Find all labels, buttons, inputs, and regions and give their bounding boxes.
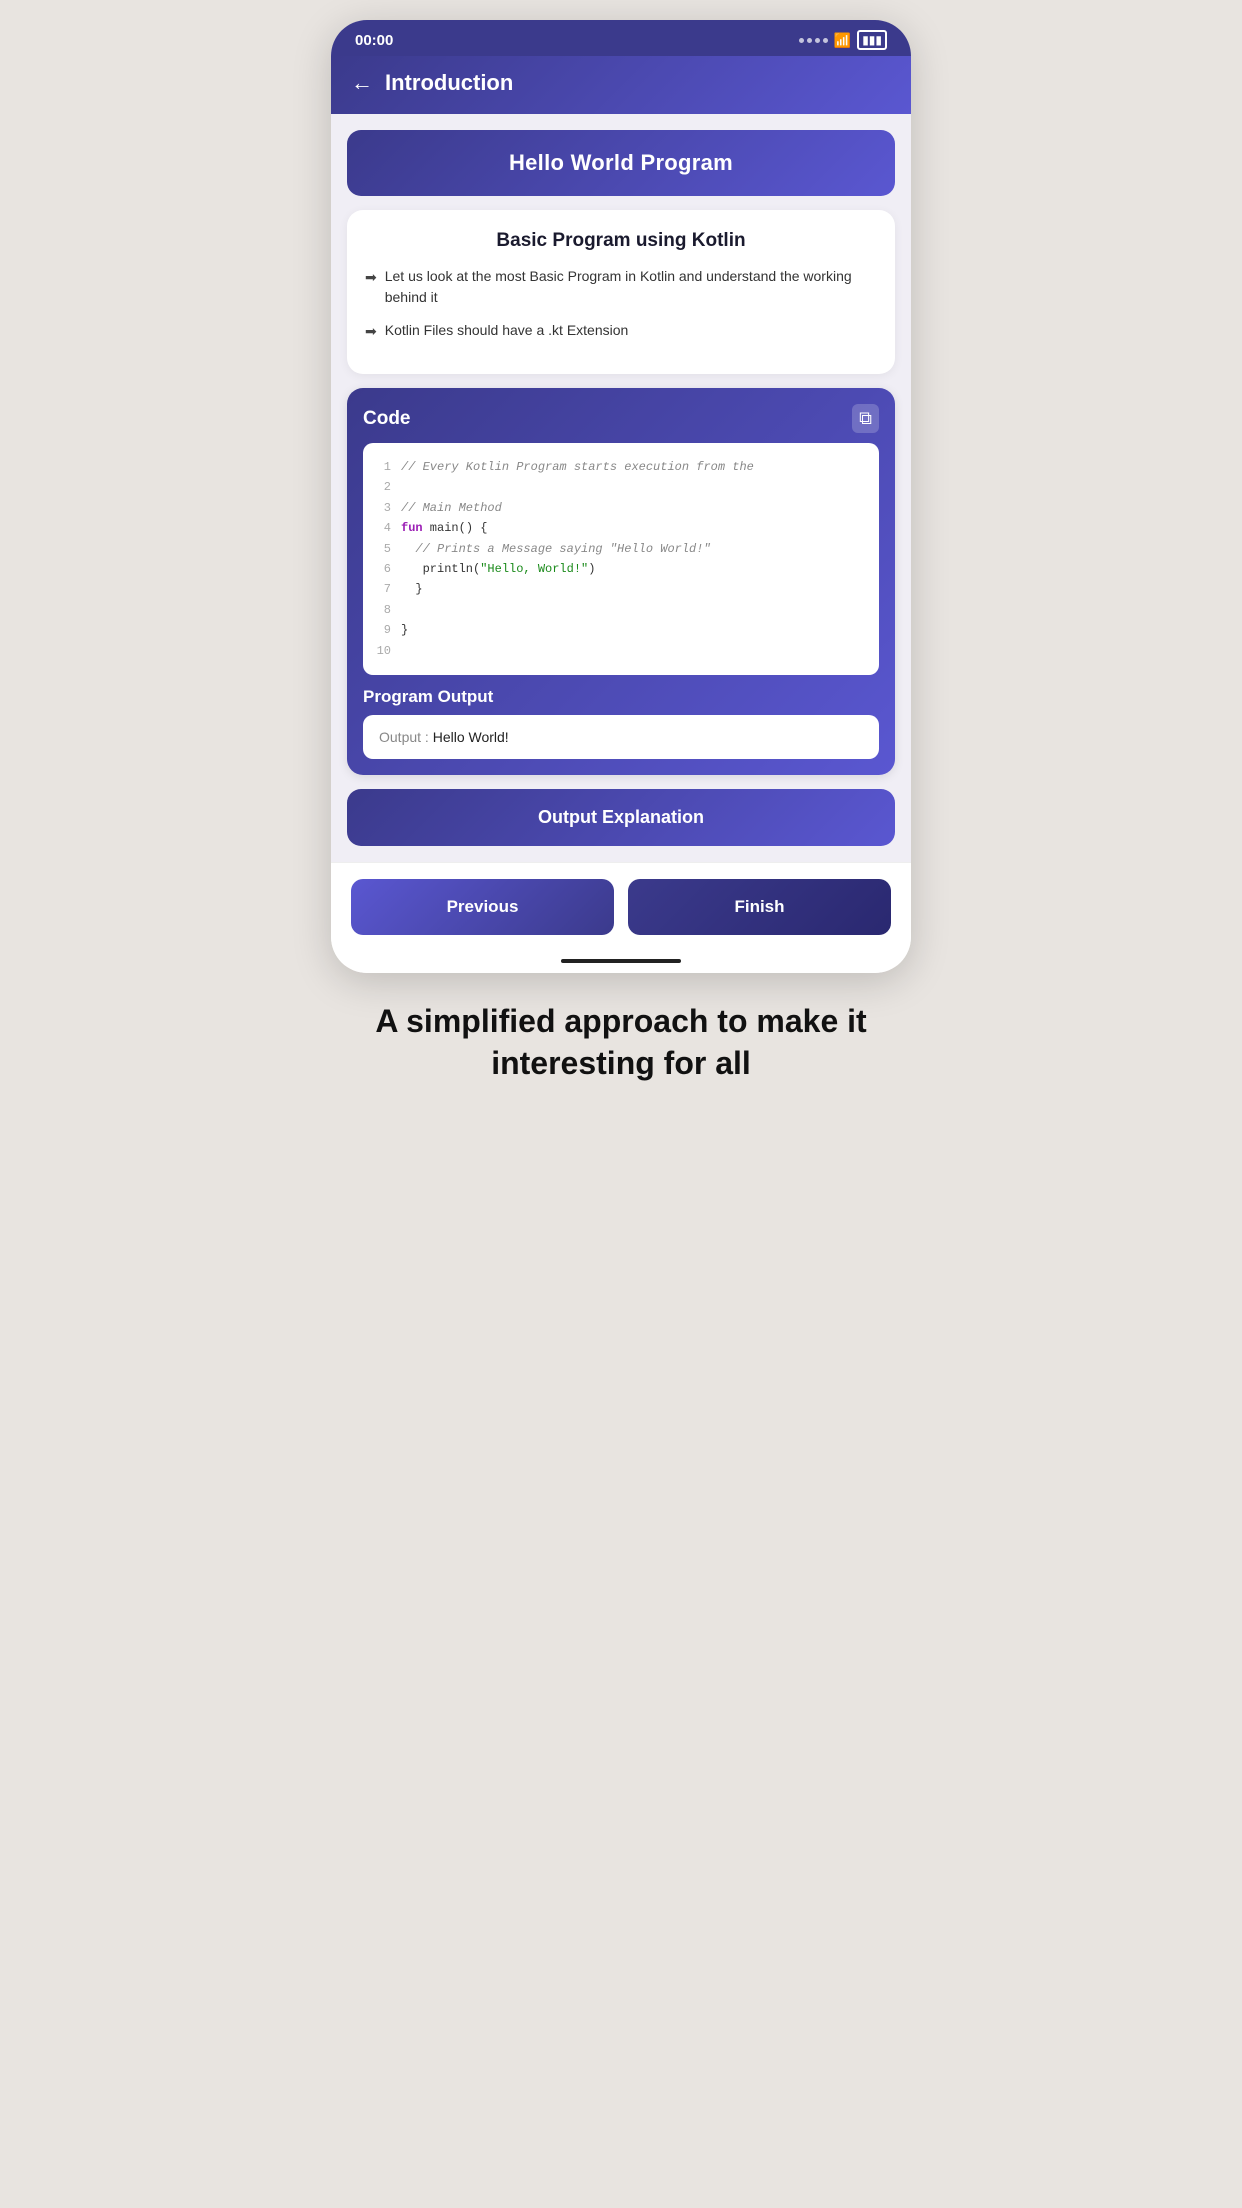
- code-line-3: 3 // Main Method: [373, 498, 869, 518]
- code-line-6: 6 println("Hello, World!"): [373, 559, 869, 579]
- copy-icon[interactable]: ⧉: [852, 404, 879, 433]
- code-line-2: 2: [373, 477, 869, 497]
- bottom-bar: Previous Finish: [331, 862, 911, 959]
- code-line-7: 7 }: [373, 579, 869, 599]
- line-num-9: 9: [373, 620, 391, 640]
- status-bar: 00:00 📶 ▮▮▮: [331, 20, 911, 56]
- line-num-8: 8: [373, 600, 391, 620]
- info-text-2: Kotlin Files should have a .kt Extension: [385, 320, 629, 341]
- code-text-5: // Prints a Message saying "Hello World!…: [401, 539, 711, 559]
- code-line-8: 8: [373, 600, 869, 620]
- info-text-1: Let us look at the most Basic Program in…: [385, 266, 877, 308]
- code-card-header: Code ⧉: [363, 404, 879, 433]
- code-text-2: [401, 477, 408, 497]
- home-indicator: [331, 959, 911, 973]
- line-num-5: 5: [373, 539, 391, 559]
- output-key: Output :: [379, 729, 429, 745]
- status-time: 00:00: [355, 32, 393, 49]
- signal-icon: [799, 38, 828, 43]
- line-num-7: 7: [373, 579, 391, 599]
- output-box: Output : Hello World!: [363, 715, 879, 759]
- code-text-1: // Every Kotlin Program starts execution…: [401, 457, 754, 477]
- info-item-2: ➡ Kotlin Files should have a .kt Extensi…: [365, 320, 877, 342]
- main-content: Hello World Program Basic Program using …: [331, 114, 911, 862]
- hero-title: Hello World Program: [509, 150, 733, 175]
- code-line-1: 1 // Every Kotlin Program starts executi…: [373, 457, 869, 477]
- wifi-icon: 📶: [834, 32, 851, 49]
- output-explanation-banner: Output Explanation: [347, 789, 895, 846]
- code-card: Code ⧉ 1 // Every Kotlin Program starts …: [347, 388, 895, 775]
- code-text-6: println("Hello, World!"): [401, 559, 595, 579]
- code-text-9: }: [401, 620, 408, 640]
- code-line-10: 10: [373, 641, 869, 661]
- code-line-9: 9 }: [373, 620, 869, 640]
- back-button[interactable]: ←: [351, 70, 373, 96]
- line-num-2: 2: [373, 477, 391, 497]
- code-text-8: [401, 600, 408, 620]
- arrow-icon-1: ➡: [365, 267, 377, 288]
- previous-button[interactable]: Previous: [351, 879, 614, 935]
- line-num-6: 6: [373, 559, 391, 579]
- code-label: Code: [363, 408, 411, 430]
- phone-frame: 00:00 📶 ▮▮▮ ← Introduction Hello World P…: [331, 20, 911, 973]
- line-num-3: 3: [373, 498, 391, 518]
- battery-icon: ▮▮▮: [857, 30, 887, 50]
- output-label: Program Output: [363, 687, 879, 707]
- code-text-3: // Main Method: [401, 498, 502, 518]
- line-num-10: 10: [373, 641, 391, 661]
- info-card: Basic Program using Kotlin ➡ Let us look…: [347, 210, 895, 374]
- info-item-1: ➡ Let us look at the most Basic Program …: [365, 266, 877, 308]
- status-icons: 📶 ▮▮▮: [799, 30, 887, 50]
- finish-button[interactable]: Finish: [628, 879, 891, 935]
- code-line-5: 5 // Prints a Message saying "Hello Worl…: [373, 539, 869, 559]
- code-text-4: fun main() {: [401, 518, 487, 538]
- hero-banner: Hello World Program: [347, 130, 895, 196]
- code-line-4: 4 fun main() {: [373, 518, 869, 538]
- code-text-7: }: [401, 579, 423, 599]
- home-bar: [561, 959, 681, 963]
- output-section: Program Output Output : Hello World!: [363, 687, 879, 759]
- output-explanation-title: Output Explanation: [538, 807, 704, 827]
- info-card-title: Basic Program using Kotlin: [365, 230, 877, 252]
- output-value: Hello World!: [433, 729, 509, 745]
- line-num-4: 4: [373, 518, 391, 538]
- page-title: Introduction: [385, 70, 513, 96]
- arrow-icon-2: ➡: [365, 321, 377, 342]
- tagline: A simplified approach to make it interes…: [331, 1001, 911, 1084]
- code-block: 1 // Every Kotlin Program starts executi…: [363, 443, 879, 675]
- header: ← Introduction: [331, 56, 911, 114]
- code-text-10: [401, 641, 408, 661]
- line-num-1: 1: [373, 457, 391, 477]
